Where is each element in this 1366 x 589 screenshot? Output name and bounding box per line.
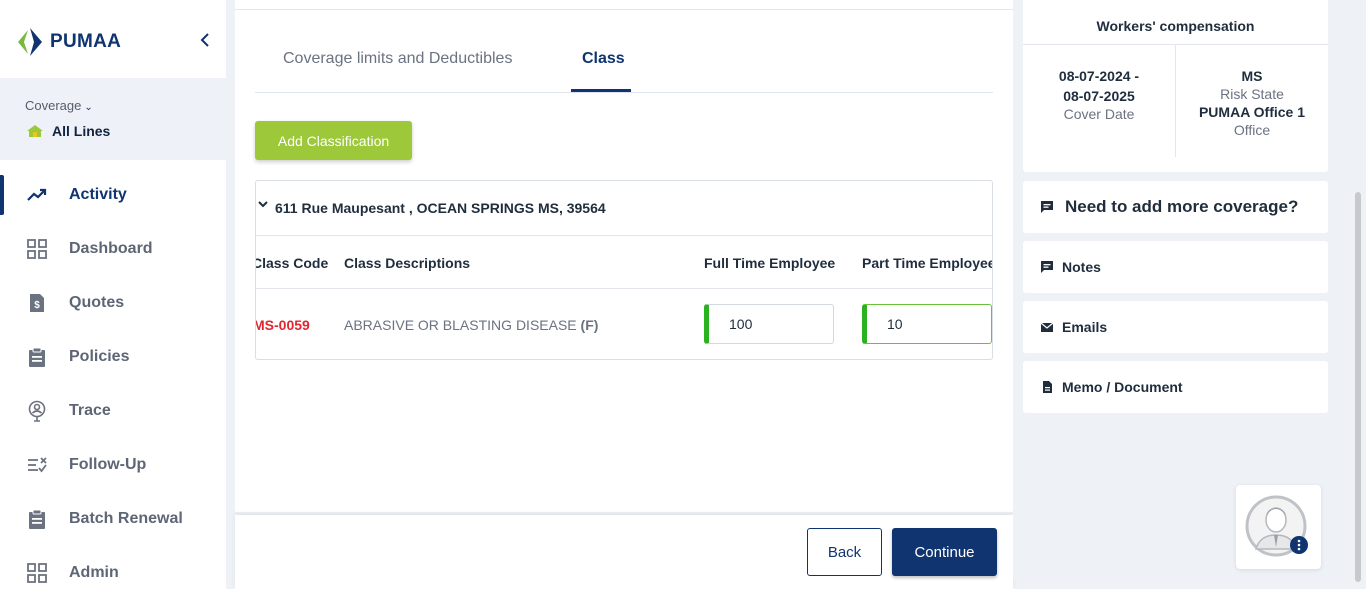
add-classification-button[interactable]: Add Classification [255, 121, 412, 160]
document-icon [1043, 381, 1052, 393]
scrollbar[interactable] [1355, 192, 1361, 582]
divider [235, 9, 1013, 10]
coverage-label: Coverage [25, 98, 82, 113]
sidebar: PUMAA Coverage ⌄ All Lines Activity Dash… [0, 0, 226, 589]
sidebar-item-label: Batch Renewal [69, 510, 183, 527]
tab-bar: Coverage limits and Deductibles Class [255, 38, 993, 93]
mail-icon [1040, 322, 1054, 332]
class-description: ABRASIVE OR BLASTING DISEASE (F) [344, 317, 599, 333]
grid-icon [26, 238, 48, 260]
comment-icon [1041, 261, 1053, 273]
sidebar-item-label: Activity [69, 186, 127, 203]
back-button[interactable]: Back [807, 528, 882, 576]
pumaa-logo-icon [18, 28, 42, 56]
full-time-employee-input[interactable] [704, 304, 834, 344]
tab-coverage-limits[interactable]: Coverage limits and Deductibles [283, 50, 512, 68]
logo[interactable]: PUMAA [16, 26, 121, 58]
add-more-coverage-card[interactable]: Need to add more coverage? [1023, 181, 1328, 233]
chevron-down-icon[interactable] [258, 199, 268, 212]
emails-label: Emails [1062, 319, 1108, 335]
sidebar-item-trace[interactable]: Trace [0, 384, 226, 438]
comment-icon [1041, 201, 1053, 213]
part-time-employee-input[interactable] [862, 304, 992, 344]
sidebar-item-activity[interactable]: Activity [0, 168, 226, 222]
continue-button[interactable]: Continue [892, 528, 997, 576]
location-header[interactable]: 611 Rue Maupesant , OCEAN SPRINGS MS, 39… [256, 181, 992, 236]
column-header-class-descriptions: Class Descriptions [344, 255, 471, 271]
trending-up-icon [26, 184, 48, 206]
cover-date: 08-07-2024 - 08-07-2025 Cover Date [1058, 68, 1140, 122]
clipboard-icon [26, 346, 48, 368]
sidebar-item-label: Trace [69, 402, 111, 419]
sidebar-item-label: Follow-Up [69, 456, 147, 473]
sidebar-item-label: Policies [69, 348, 130, 365]
home-icon [27, 125, 43, 137]
emails-card[interactable]: Emails [1023, 301, 1328, 353]
list-check-icon [26, 454, 48, 476]
clipboard-icon [26, 508, 48, 530]
active-tab-indicator [571, 89, 631, 92]
grid-icon [26, 562, 48, 584]
sidebar-nav: Activity Dashboard $ Quotes Policies Tra… [0, 168, 226, 589]
sidebar-item-label: Quotes [69, 294, 125, 311]
assistant-avatar-icon [1245, 495, 1308, 557]
policy-summary-card: Workers' compensation 08-07-2024 - 08-07… [1023, 0, 1328, 172]
sidebar-item-label: Admin [69, 564, 119, 581]
column-header-class-code: Class Code [255, 255, 329, 271]
coverage-value: All Lines [52, 123, 111, 139]
coverage-selector[interactable]: Coverage ⌄ All Lines [0, 78, 226, 160]
svg-text:$: $ [34, 300, 40, 311]
column-header-full-time: Full Time Employee [704, 255, 836, 271]
memo-document-card[interactable]: Memo / Document [1023, 361, 1328, 413]
class-suffix: (F) [580, 317, 599, 333]
location-address: 611 Rue Maupesant , OCEAN SPRINGS MS, 39… [275, 200, 606, 216]
memo-document-label: Memo / Document [1062, 379, 1183, 395]
policy-type: Workers' compensation [1096, 18, 1255, 34]
sidebar-item-batch-renewal[interactable]: Batch Renewal [0, 492, 226, 546]
location-panel: 611 Rue Maupesant , OCEAN SPRINGS MS, 39… [255, 180, 993, 360]
sidebar-item-label: Dashboard [69, 240, 153, 257]
tab-class[interactable]: Class [582, 50, 625, 68]
sidebar-item-quotes[interactable]: $ Quotes [0, 276, 226, 330]
assistant-avatar-button[interactable] [1236, 485, 1321, 569]
sidebar-item-follow-up[interactable]: Follow-Up [0, 438, 226, 492]
risk-state-office: MS Risk State PUMAA Office 1 Office [1198, 68, 1306, 138]
chevron-down-icon: ⌄ [84, 102, 93, 113]
sidebar-item-dashboard[interactable]: Dashboard [0, 222, 226, 276]
brand-name: PUMAA [50, 31, 122, 52]
collapse-sidebar-icon[interactable] [198, 30, 214, 50]
notes-label: Notes [1062, 259, 1101, 275]
add-more-coverage-label: Need to add more coverage? [1065, 197, 1299, 216]
sidebar-item-admin[interactable]: Admin [0, 546, 226, 589]
divider [256, 288, 992, 289]
dollar-document-icon: $ [26, 292, 48, 314]
notes-card[interactable]: Notes [1023, 241, 1328, 293]
sidebar-item-policies[interactable]: Policies [0, 330, 226, 384]
location-person-icon [26, 400, 48, 422]
class-code: MS-0059 [255, 317, 310, 333]
column-header-part-time: Part Time Employee [862, 255, 993, 271]
